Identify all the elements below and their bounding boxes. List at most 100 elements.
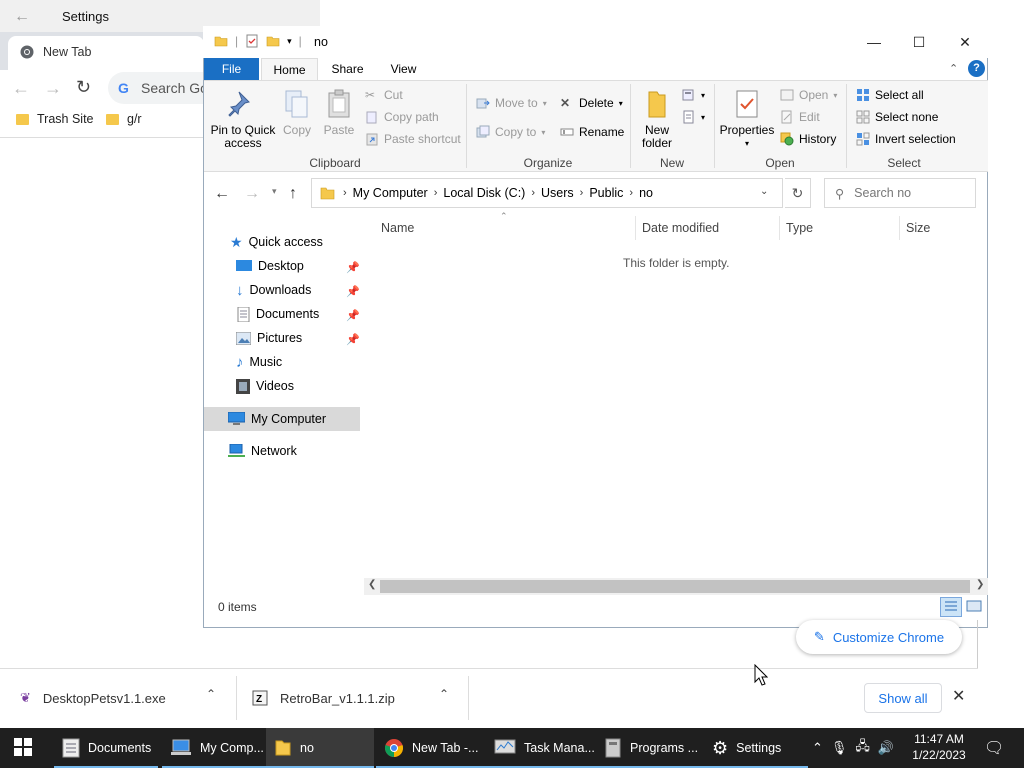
pin-icon[interactable]: 📌	[346, 261, 360, 274]
tab-view[interactable]: View	[376, 58, 431, 81]
refresh-button[interactable]: ↻	[785, 178, 811, 208]
taskbar-item-programs[interactable]: Programs ...	[596, 728, 706, 768]
column-divider[interactable]	[899, 216, 900, 240]
settings-back-icon[interactable]: ←	[14, 8, 30, 26]
large-icons-view-icon[interactable]	[966, 599, 982, 613]
pin-icon[interactable]: 📌	[346, 333, 360, 346]
nav-item-pictures[interactable]: Pictures	[236, 328, 302, 348]
maximize-button[interactable]: ☐	[896, 29, 942, 55]
properties-button[interactable]: Properties ▾	[718, 88, 776, 150]
delete-button[interactable]: ✕ Delete ▾	[560, 96, 623, 110]
new-folder-button[interactable]: New folder	[636, 88, 678, 150]
scroll-left-icon[interactable]: ❮	[368, 579, 376, 590]
breadcrumb-no[interactable]: no	[639, 186, 653, 200]
qat-dropdown-icon[interactable]: ▾	[287, 36, 292, 47]
cut-button[interactable]: ✂ Cut	[365, 88, 403, 102]
nav-network[interactable]: Network	[228, 441, 297, 461]
notifications-icon[interactable]: 🗨	[984, 738, 1004, 758]
move-to-button[interactable]: Move to ▾	[476, 96, 547, 110]
show-hidden-icons-icon[interactable]: ⌃	[812, 740, 823, 756]
pin-icon[interactable]: 📌	[346, 309, 360, 322]
nav-item-downloads[interactable]: ↓ Downloads	[236, 280, 311, 300]
nav-item-documents[interactable]: Documents	[236, 304, 319, 324]
details-view-icon[interactable]	[940, 597, 962, 617]
copy-path-button[interactable]: Copy path	[365, 110, 439, 124]
nav-item-music[interactable]: ♪ Music	[236, 352, 282, 372]
bookmark-trash-site[interactable]: Trash Site	[16, 111, 94, 127]
column-divider[interactable]	[635, 216, 636, 240]
paste-button[interactable]: Paste	[322, 88, 356, 137]
breadcrumb-public[interactable]: Public	[589, 186, 623, 200]
edit-button[interactable]: Edit	[780, 110, 820, 124]
volume-icon[interactable]: 🔊	[878, 740, 894, 756]
nav-my-computer[interactable]: My Computer	[228, 409, 326, 429]
customize-chrome-button[interactable]: ✎ Customize Chrome	[796, 620, 962, 654]
up-icon[interactable]: ↑	[289, 185, 297, 203]
help-icon[interactable]: ?	[968, 60, 985, 77]
taskbar-clock[interactable]: 11:47 AM 1/22/2023	[906, 731, 972, 763]
recent-locations-icon[interactable]: ▾	[272, 186, 277, 197]
column-divider[interactable]	[779, 216, 780, 240]
tab-file[interactable]: File	[204, 58, 259, 81]
search-input[interactable]: ⚲ Search no	[824, 178, 976, 208]
nav-quick-access[interactable]: ★ Quick access	[230, 232, 323, 252]
taskbar-item-documents[interactable]: Documents	[54, 728, 158, 768]
network-status-icon[interactable]: 🖧	[855, 737, 870, 759]
history-button[interactable]: History	[780, 132, 836, 146]
chrome-reload-icon[interactable]: ↻	[76, 77, 91, 98]
column-name[interactable]: Name	[381, 221, 414, 235]
close-download-shelf-icon[interactable]: ✕	[952, 686, 965, 706]
breadcrumb-local-disk[interactable]: Local Disk (C:)	[443, 186, 525, 200]
new-item-button[interactable]: ▾	[682, 88, 705, 102]
start-button[interactable]	[14, 738, 32, 756]
tab-home[interactable]: Home	[261, 58, 318, 81]
pin-icon[interactable]: 📌	[346, 285, 360, 298]
open-button[interactable]: Open ▾	[780, 88, 837, 102]
taskbar-item-task-manager[interactable]: Task Mana...	[486, 728, 596, 768]
new-folder-qat-icon[interactable]	[266, 34, 280, 48]
microphone-icon[interactable]: 🎙	[831, 740, 848, 756]
minimize-ribbon-icon[interactable]: ⌃	[949, 62, 958, 75]
taskbar-item-settings[interactable]: ⚙ Settings	[704, 728, 808, 768]
scroll-right-icon[interactable]: ❯	[976, 579, 984, 590]
invert-selection-button[interactable]: Invert selection	[856, 132, 956, 146]
download-item[interactable]: Z RetroBar_v1.1.1.zip	[252, 684, 395, 712]
download-options-icon[interactable]: ⌃	[206, 687, 216, 701]
easy-access-button[interactable]: ▾	[682, 110, 705, 124]
forward-icon[interactable]: →	[244, 185, 260, 203]
taskbar-item-new-tab[interactable]: New Tab -...	[376, 728, 486, 768]
pin-to-quick-access-button[interactable]: Pin to Quick access	[210, 88, 276, 150]
select-none-button[interactable]: Select none	[856, 110, 938, 124]
document-app-icon	[62, 738, 80, 758]
breadcrumb-my-computer[interactable]: My Computer	[353, 186, 428, 200]
nav-item-videos[interactable]: Videos	[236, 376, 294, 396]
nav-item-desktop[interactable]: Desktop	[236, 256, 304, 276]
taskbar-item-my-computer[interactable]: My Comp...	[162, 728, 266, 768]
taskbar-item-no[interactable]: no	[266, 728, 374, 768]
chrome-tab[interactable]	[8, 36, 204, 70]
exe-file-icon: ❦	[20, 690, 31, 705]
copy-button[interactable]: Copy	[282, 88, 312, 137]
tab-share[interactable]: Share	[320, 58, 375, 81]
properties-qat-icon[interactable]	[245, 34, 259, 48]
column-date-modified[interactable]: Date modified	[642, 221, 719, 235]
chrome-back-icon[interactable]: ←	[12, 78, 30, 99]
minimize-button[interactable]: —	[851, 29, 897, 55]
show-all-downloads-button[interactable]: Show all	[864, 683, 942, 713]
column-size[interactable]: Size	[906, 221, 930, 235]
select-all-button[interactable]: Select all	[856, 88, 924, 102]
close-button[interactable]: ✕	[942, 29, 988, 55]
address-bar[interactable]: › My Computer › Local Disk (C:) › Users …	[311, 178, 783, 208]
download-options-icon[interactable]: ⌃	[439, 687, 449, 701]
bookmark-g-r[interactable]: g/r	[106, 111, 142, 127]
back-icon[interactable]: ←	[214, 185, 230, 203]
column-type[interactable]: Type	[786, 221, 813, 235]
rename-button[interactable]: Rename	[560, 125, 624, 139]
scrollbar-thumb[interactable]	[380, 580, 970, 593]
chrome-forward-icon[interactable]: →	[44, 78, 62, 99]
copy-to-button[interactable]: Copy to ▾	[476, 125, 545, 139]
paste-shortcut-button[interactable]: Paste shortcut	[365, 132, 461, 146]
address-dropdown-icon[interactable]: ⌄	[760, 186, 768, 197]
breadcrumb-users[interactable]: Users	[541, 186, 574, 200]
download-item[interactable]: ❦ DesktopPetsv1.1.exe	[20, 684, 166, 712]
